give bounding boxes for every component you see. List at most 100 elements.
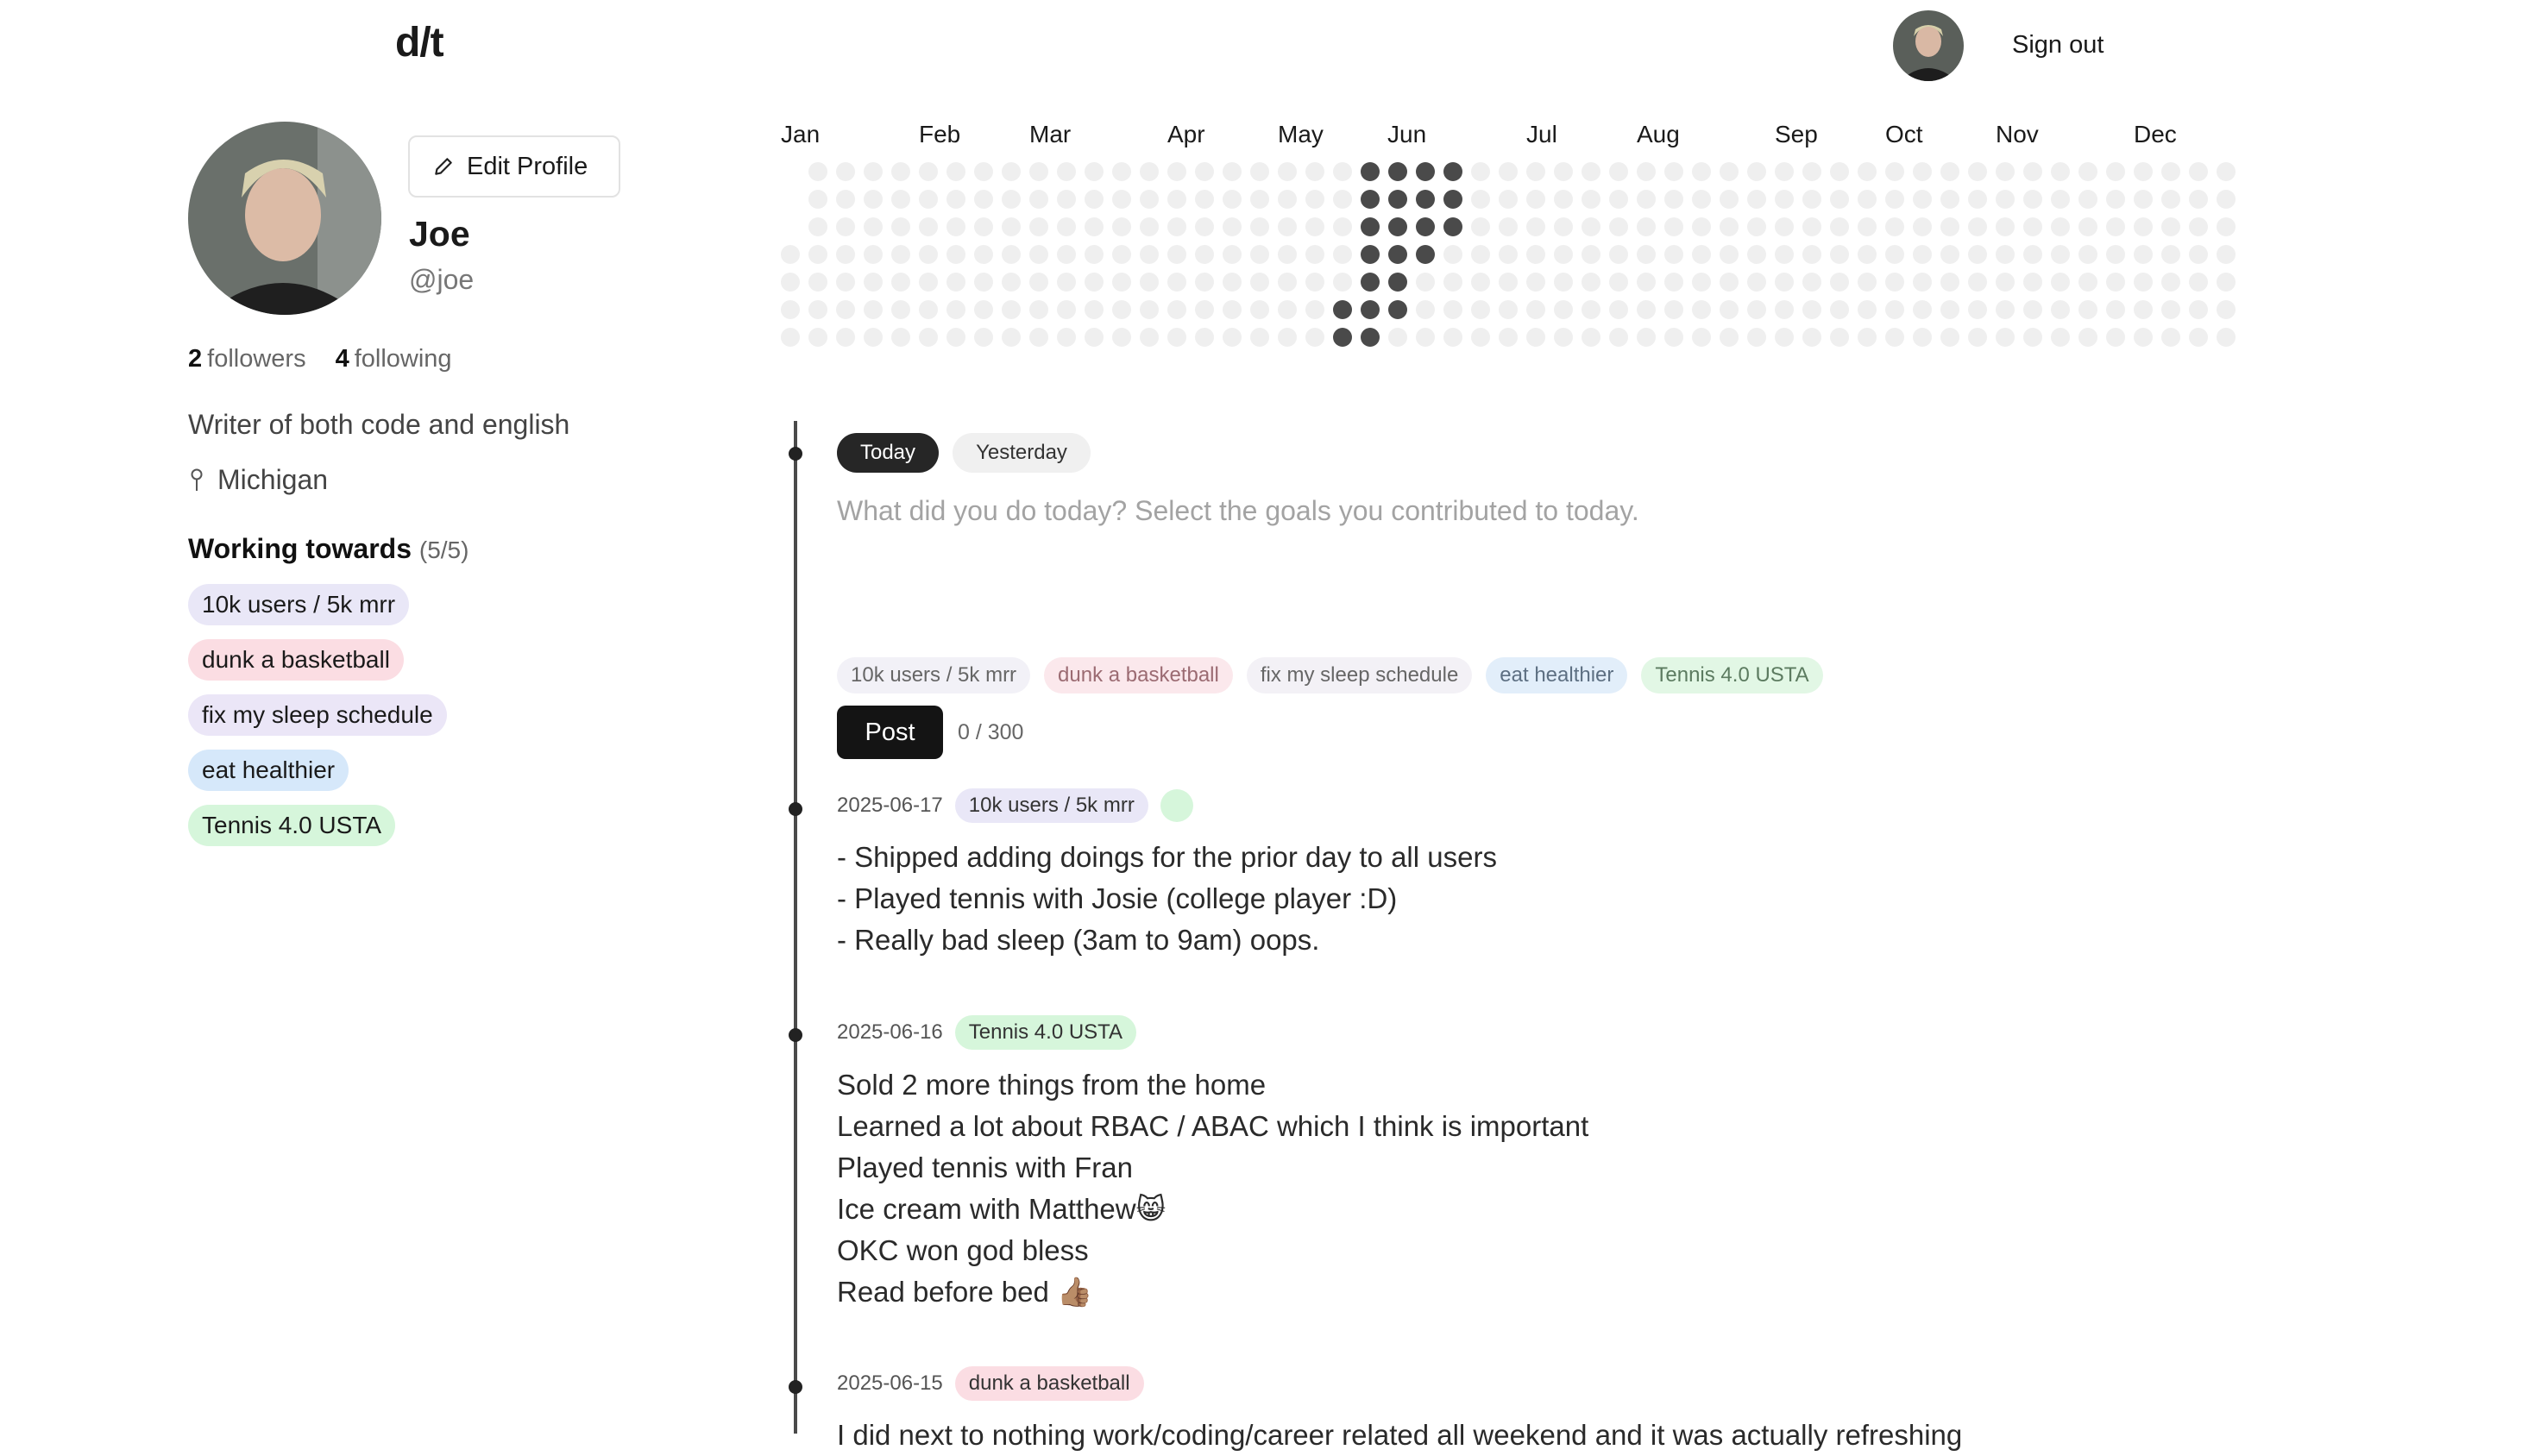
heatmap-cell[interactable] [1775, 273, 1794, 292]
heatmap-cell[interactable] [836, 273, 855, 292]
heatmap-cell[interactable] [1554, 190, 1573, 209]
post-button[interactable]: Post [837, 706, 943, 759]
goal-pill[interactable]: 10k users / 5k mrr [188, 584, 410, 625]
heatmap-cell[interactable] [808, 300, 827, 319]
heatmap-cell[interactable] [1002, 217, 1021, 236]
heatmap-cell[interactable] [1002, 273, 1021, 292]
heatmap-cell[interactable] [1637, 273, 1656, 292]
heatmap-cell[interactable] [891, 273, 910, 292]
heatmap-cell[interactable] [1913, 273, 1932, 292]
heatmap-cell[interactable] [2051, 300, 2070, 319]
heatmap-cell[interactable] [1195, 245, 1214, 264]
heatmap-cell[interactable] [1885, 273, 1904, 292]
heatmap-cell[interactable] [1085, 300, 1104, 319]
heatmap-cell[interactable] [2134, 300, 2153, 319]
heatmap-cell[interactable] [974, 217, 993, 236]
heatmap-cell[interactable] [1775, 217, 1794, 236]
following-link[interactable]: 4 following [336, 345, 452, 373]
heatmap-cell[interactable] [1720, 328, 1739, 347]
heatmap-cell[interactable] [808, 273, 827, 292]
goal-chip[interactable]: 10k users / 5k mrr [837, 657, 1031, 693]
heatmap-cell[interactable] [1968, 162, 1987, 181]
heatmap-cell[interactable] [1609, 273, 1628, 292]
heatmap-cell[interactable] [1333, 162, 1352, 181]
heatmap-cell[interactable] [1029, 190, 1048, 209]
heatmap-cell[interactable] [1637, 217, 1656, 236]
heatmap-cell[interactable] [2134, 162, 2153, 181]
heatmap-cell[interactable] [1195, 300, 1214, 319]
heatmap-cell[interactable] [1002, 245, 1021, 264]
goal-pill[interactable]: Tennis 4.0 USTA [188, 805, 396, 846]
heatmap-cell[interactable] [2134, 245, 2153, 264]
heatmap-cell[interactable] [1223, 300, 1242, 319]
heatmap-cell[interactable] [1223, 245, 1242, 264]
heatmap-cell[interactable] [1250, 162, 1269, 181]
heatmap-cell[interactable] [2051, 245, 2070, 264]
heatmap-cell[interactable] [919, 328, 938, 347]
heatmap-cell[interactable] [864, 328, 883, 347]
heatmap-cell[interactable] [1471, 245, 1490, 264]
heatmap-cell[interactable] [1664, 328, 1683, 347]
heatmap-cell[interactable] [974, 273, 993, 292]
heatmap-cell[interactable] [2161, 162, 2180, 181]
heatmap-cell[interactable] [2051, 162, 2070, 181]
heatmap-cell[interactable] [1333, 217, 1352, 236]
heatmap-cell[interactable] [1002, 328, 1021, 347]
heatmap-cell[interactable] [1968, 190, 1987, 209]
goal-pill[interactable]: dunk a basketball [188, 639, 404, 681]
heatmap-cell[interactable] [1278, 328, 1297, 347]
heatmap-cell[interactable] [1416, 217, 1435, 236]
heatmap-cell[interactable] [2051, 217, 2070, 236]
heatmap-cell[interactable] [1913, 328, 1932, 347]
heatmap-cell[interactable] [808, 328, 827, 347]
heatmap-cell[interactable] [2078, 273, 2097, 292]
heatmap-cell[interactable] [781, 273, 800, 292]
heatmap-cell[interactable] [1858, 217, 1877, 236]
heatmap-cell[interactable] [1112, 217, 1131, 236]
heatmap-cell[interactable] [1167, 300, 1186, 319]
heatmap-cell[interactable] [1775, 162, 1794, 181]
heatmap-cell[interactable] [864, 190, 883, 209]
heatmap-cell[interactable] [1278, 162, 1297, 181]
heatmap-cell[interactable] [2078, 217, 2097, 236]
heatmap-cell[interactable] [1830, 273, 1849, 292]
heatmap-cell[interactable] [1968, 217, 1987, 236]
heatmap-cell[interactable] [1361, 217, 1380, 236]
heatmap-cell[interactable] [1775, 190, 1794, 209]
heatmap-cell[interactable] [2078, 190, 2097, 209]
heatmap-cell[interactable] [1692, 300, 1711, 319]
heatmap-cell[interactable] [1112, 245, 1131, 264]
heatmap-cell[interactable] [1167, 328, 1186, 347]
heatmap-cell[interactable] [891, 190, 910, 209]
heatmap-cell[interactable] [946, 190, 965, 209]
heatmap-cell[interactable] [1609, 300, 1628, 319]
heatmap-cell[interactable] [1637, 300, 1656, 319]
heatmap-cell[interactable] [1167, 190, 1186, 209]
heatmap-cell[interactable] [1858, 190, 1877, 209]
heatmap-cell[interactable] [1554, 328, 1573, 347]
heatmap-cell[interactable] [1443, 328, 1462, 347]
heatmap-cell[interactable] [864, 162, 883, 181]
heatmap-cell[interactable] [1664, 162, 1683, 181]
heatmap-cell[interactable] [1940, 190, 1959, 209]
heatmap-cell[interactable] [1278, 300, 1297, 319]
heatmap-cell[interactable] [1250, 300, 1269, 319]
header-avatar[interactable] [1893, 10, 1964, 81]
heatmap-cell[interactable] [1416, 245, 1435, 264]
heatmap-cell[interactable] [1775, 245, 1794, 264]
heatmap-cell[interactable] [1361, 162, 1380, 181]
heatmap-cell[interactable] [1443, 300, 1462, 319]
heatmap-cell[interactable] [974, 300, 993, 319]
heatmap-cell[interactable] [1664, 273, 1683, 292]
heatmap-cell[interactable] [1029, 245, 1048, 264]
heatmap-cell[interactable] [1499, 190, 1518, 209]
heatmap-cell[interactable] [1112, 300, 1131, 319]
heatmap-cell[interactable] [1747, 162, 1766, 181]
heatmap-cell[interactable] [2217, 300, 2236, 319]
heatmap-cell[interactable] [1499, 328, 1518, 347]
heatmap-cell[interactable] [1057, 328, 1076, 347]
heatmap-cell[interactable] [1471, 300, 1490, 319]
heatmap-cell[interactable] [1471, 328, 1490, 347]
heatmap-cell[interactable] [1029, 273, 1048, 292]
heatmap-cell[interactable] [1388, 328, 1407, 347]
